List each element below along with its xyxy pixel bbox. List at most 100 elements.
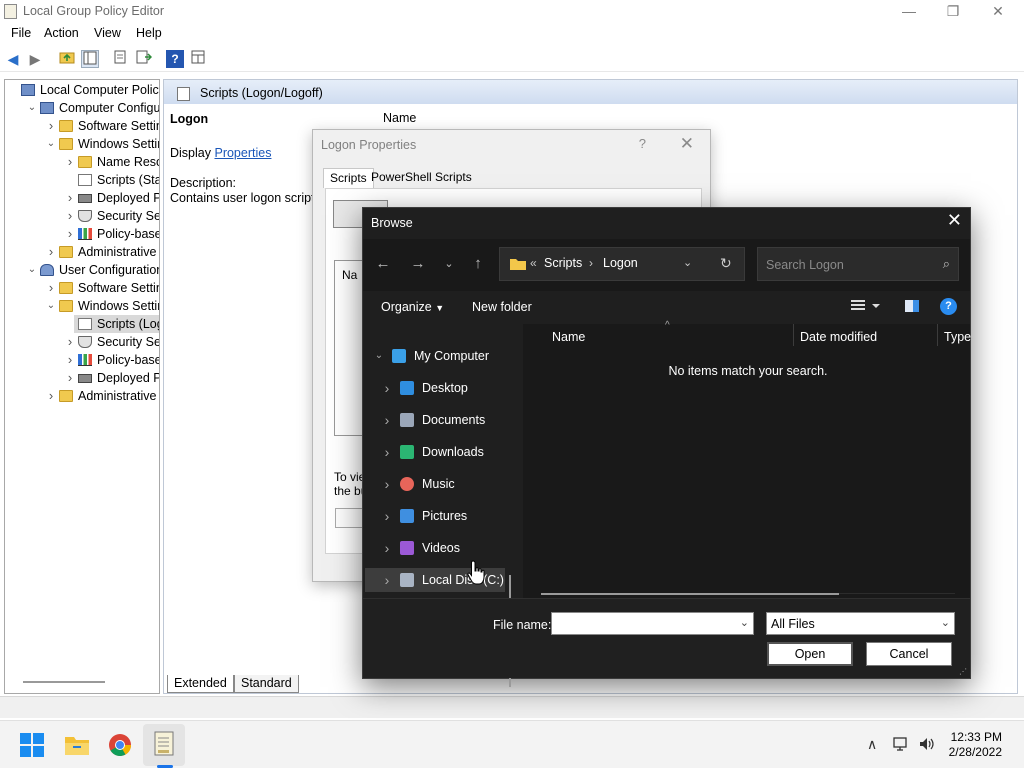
chevron-right-icon[interactable]: › (46, 243, 56, 261)
properties-link[interactable]: Properties (214, 146, 271, 160)
chevron-right-icon[interactable]: › (381, 568, 393, 592)
file-list[interactable]: Name ^ Date modified Type No items match… (523, 320, 971, 598)
organize-button[interactable]: Organize ▼ (381, 300, 444, 314)
tree-item[interactable]: › Name Resolu (5, 153, 159, 171)
chevron-right-icon[interactable]: › (65, 225, 75, 243)
menu-view[interactable]: View (94, 26, 121, 40)
nav-item[interactable]: ⌄ My Computer (365, 344, 505, 368)
chevron-right-icon[interactable]: › (381, 440, 393, 464)
navigation-pane[interactable]: ⌄ My Computer › Desktop › Documents › Downloads… (363, 324, 511, 687)
nav-item[interactable]: › Documents (365, 408, 505, 432)
tree-horizontal-scrollbar[interactable] (23, 681, 105, 683)
chevron-down-icon[interactable]: ⌄ (373, 344, 385, 368)
minimize-button[interactable]: — (886, 0, 932, 24)
file-name-combobox[interactable]: ⌄ (551, 612, 754, 635)
new-folder-button[interactable]: New folder (472, 300, 532, 314)
search-input[interactable]: Search Logon (766, 258, 844, 272)
tree-item[interactable]: › Policy-based (5, 351, 159, 369)
address-dropdown-icon[interactable]: ⌄ (683, 256, 692, 269)
column-name[interactable]: Name (552, 330, 585, 344)
tree-item[interactable]: › Software Settings (5, 117, 159, 135)
tree-item[interactable]: › Deployed Prir (5, 189, 159, 207)
forward-icon[interactable]: → (409, 255, 427, 272)
back-icon[interactable]: ← (374, 255, 392, 272)
close-button[interactable]: ✕ (680, 134, 694, 154)
tab-powershell-scripts[interactable]: PowerShell Scripts (365, 168, 478, 188)
horizontal-scrollbar[interactable] (541, 593, 839, 595)
chevron-right-icon[interactable]: › (381, 472, 393, 496)
column-header-name[interactable]: Name (383, 111, 416, 125)
start-icon[interactable] (20, 733, 44, 757)
chevron-down-icon[interactable]: ⌄ (46, 135, 56, 153)
column-date-modified[interactable]: Date modified (800, 330, 877, 344)
chevron-right-icon[interactable]: › (65, 153, 75, 171)
address-bar[interactable]: « Scripts › Logon ⌄ ↻ (499, 247, 745, 281)
chevron-down-icon[interactable]: ⌄ (27, 261, 37, 279)
tree-item[interactable]: › Deployed Prir (5, 369, 159, 387)
tree-item[interactable]: Local Computer Policy (5, 81, 159, 99)
network-icon[interactable] (893, 736, 911, 755)
tree-item[interactable]: › Security Settir (5, 333, 159, 351)
open-button[interactable]: Open (767, 642, 853, 666)
chevron-right-icon[interactable]: › (46, 279, 56, 297)
refresh-icon[interactable]: ↻ (720, 255, 732, 272)
close-button[interactable]: ✕ (947, 210, 962, 231)
nav-item[interactable]: › Music (365, 472, 505, 496)
tree-item[interactable]: ⌄ User Configuration (5, 261, 159, 279)
help-icon[interactable]: ? (166, 50, 184, 68)
tree-item[interactable]: Scripts (Startu (5, 171, 159, 189)
up-icon[interactable]: ↑ (469, 255, 487, 272)
menu-help[interactable]: Help (136, 26, 162, 40)
show-hide-tree-icon[interactable] (81, 50, 99, 68)
menu-file[interactable]: File (11, 26, 31, 40)
chevron-right-icon[interactable]: › (65, 189, 75, 207)
tree-item[interactable]: › Administrative Te (5, 387, 159, 405)
volume-icon[interactable] (918, 736, 936, 755)
tree-item[interactable]: › Policy-based (5, 225, 159, 243)
show-hidden-icons-icon[interactable]: ∧ (867, 736, 877, 753)
tree-item[interactable]: ⌄ Windows Setting (5, 135, 159, 153)
chevron-down-icon[interactable]: ⌄ (27, 99, 37, 117)
search-box[interactable]: Search Logon ⌕ (757, 247, 959, 281)
chevron-down-icon[interactable]: ⌄ (941, 616, 950, 629)
export-list-icon[interactable] (111, 50, 129, 68)
chevron-right-icon[interactable]: › (381, 536, 393, 560)
chevron-right-icon[interactable]: › (65, 333, 75, 351)
chevron-right-icon[interactable]: › (65, 207, 75, 225)
tree-item[interactable]: › Software Settings (5, 279, 159, 297)
help-button[interactable]: ? (639, 136, 646, 151)
nav-item[interactable]: › Downloads (365, 440, 505, 464)
group-policy-editor-icon[interactable] (153, 731, 177, 756)
tab-standard[interactable]: Standard (234, 675, 299, 693)
nav-item[interactable]: › Desktop (365, 376, 505, 400)
breadcrumb-overflow[interactable]: « (530, 256, 537, 270)
tree-item[interactable]: › Administrative Te (5, 243, 159, 261)
tree-item[interactable]: ⌄ Windows Setting (5, 297, 159, 315)
menu-action[interactable]: Action (44, 26, 79, 40)
maximize-button[interactable]: ❐ (930, 0, 976, 24)
column-type[interactable]: Type (944, 330, 971, 344)
search-icon[interactable]: ⌕ (943, 256, 950, 272)
back-icon[interactable]: ◀ (4, 50, 22, 68)
tab-extended[interactable]: Extended (167, 675, 234, 693)
chevron-right-icon[interactable]: › (65, 351, 75, 369)
column-divider[interactable] (937, 324, 938, 346)
chevron-right-icon[interactable]: › (46, 387, 56, 405)
system-clock[interactable]: 12:33 PM 2/28/2022 (949, 730, 1002, 760)
chevron-right-icon[interactable]: › (381, 504, 393, 528)
console-tree[interactable]: Local Computer Policy⌄Computer Configura… (4, 79, 160, 694)
help-icon[interactable]: ? (940, 298, 957, 315)
view-icon[interactable] (189, 50, 207, 68)
recent-locations-icon[interactable]: ⌄ (440, 257, 458, 270)
chevron-right-icon[interactable]: › (381, 376, 393, 400)
tree-item[interactable]: Scripts (Logon (74, 315, 159, 333)
breadcrumb-logon[interactable]: Logon (603, 256, 638, 270)
preview-pane-button[interactable] (904, 299, 920, 316)
up-folder-icon[interactable] (58, 50, 76, 68)
nav-item[interactable]: › Pictures (365, 504, 505, 528)
file-explorer-icon[interactable] (64, 733, 89, 757)
chevron-right-icon[interactable]: › (46, 117, 56, 135)
tree-item[interactable]: › Security Settir (5, 207, 159, 225)
close-button[interactable]: ✕ (975, 0, 1021, 24)
chevron-down-icon[interactable]: ⌄ (740, 616, 749, 629)
